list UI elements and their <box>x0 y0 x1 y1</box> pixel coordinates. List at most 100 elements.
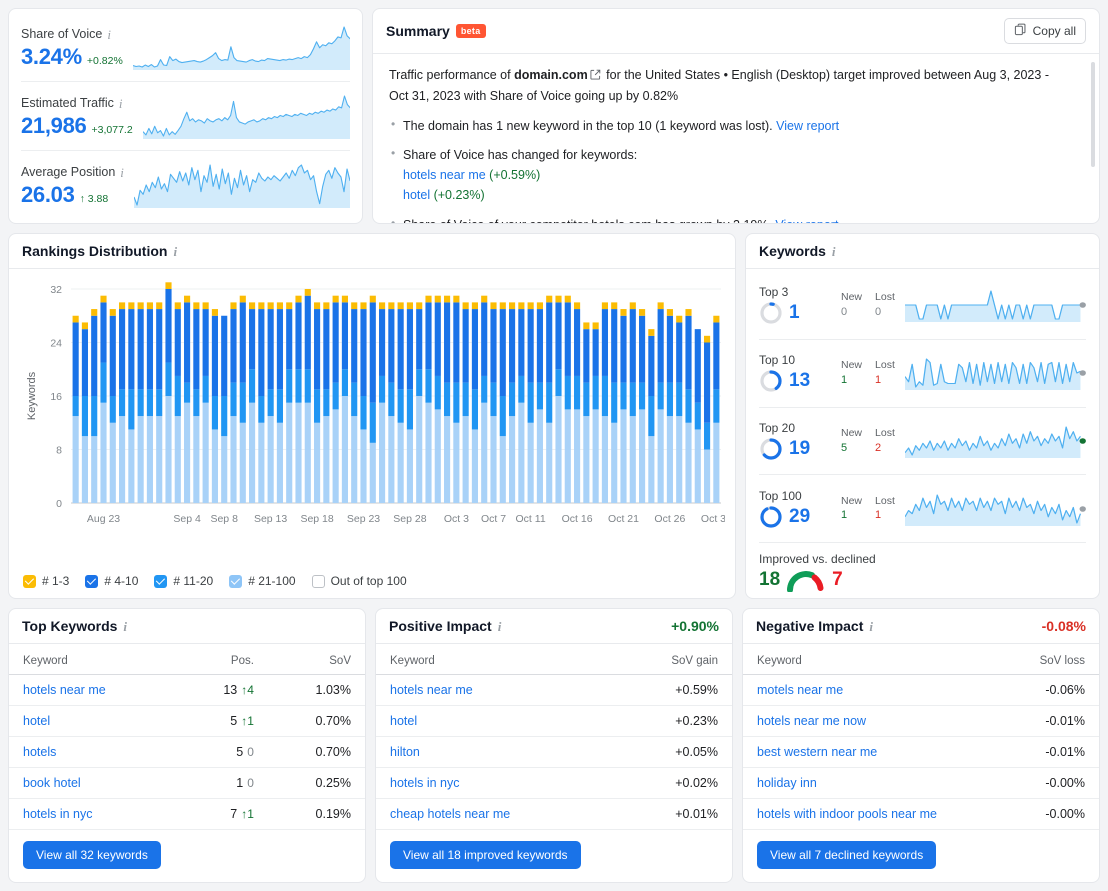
row-value: +0.59% <box>612 674 732 706</box>
info-icon[interactable]: i <box>120 166 124 179</box>
keyword-link[interactable]: hotels near me <box>403 168 486 182</box>
column-header-0: Keyword <box>376 644 613 675</box>
new-value: 0 <box>841 306 848 319</box>
top-row: Share of Voice i 3.24% +0.82% Estimated Traf… <box>8 8 1100 224</box>
column-header-1: SoV gain <box>612 644 732 675</box>
bullet-subline: hotel (+0.23%) <box>403 185 1069 205</box>
tier-info: Top 31 <box>759 285 831 325</box>
negative-impact-title: Negative Impact <box>756 618 864 634</box>
view-improved-keywords-button[interactable]: View all 18 improved keywords <box>390 841 581 869</box>
positive-impact-total: +0.90% <box>671 618 719 634</box>
view-report-link[interactable]: View report <box>776 119 839 133</box>
keyword-delta: (+0.23%) <box>430 188 485 203</box>
keyword-link[interactable]: hotels near me <box>23 683 106 697</box>
legend-checkbox[interactable] <box>311 574 325 588</box>
keyword-link[interactable]: hotels in nyc <box>390 776 459 790</box>
svg-text:8: 8 <box>56 445 62 457</box>
keyword-tier-row-1: Top 10 13 New 1 Lost 1 <box>759 340 1086 408</box>
row-value: +0.02% <box>612 767 732 799</box>
row-value: +0.05% <box>612 736 732 768</box>
metric-delta: +0.82% <box>86 55 123 67</box>
tier-new-lost: New 1 Lost 1 <box>841 359 895 387</box>
view-report-link[interactable]: View report <box>775 218 838 224</box>
bullet-subline: hotels near me (+0.59%) <box>403 165 1069 185</box>
keyword-link[interactable]: hotels near me <box>390 683 473 697</box>
legend-checkbox[interactable] <box>154 574 168 588</box>
tier-ring-icon <box>760 506 782 528</box>
keyword-link[interactable]: hotel <box>23 714 50 728</box>
copy-all-button[interactable]: Copy all <box>1003 18 1086 44</box>
copy-all-label: Copy all <box>1032 24 1076 38</box>
legend-item-4[interactable]: Out of top 100 <box>311 574 407 588</box>
lost-value: 1 <box>875 509 882 522</box>
row-sov: 0.70% <box>267 736 365 768</box>
keyword-link[interactable]: holiday inn <box>757 776 817 790</box>
info-icon[interactable]: i <box>869 620 873 633</box>
legend-item-3[interactable]: # 21-100 <box>229 574 296 588</box>
tier-label: Top 10 <box>759 353 796 368</box>
info-icon[interactable]: i <box>107 28 111 41</box>
tier-label: Top 100 <box>759 488 802 503</box>
table-row: hotels in nyc +0.02% <box>376 767 732 799</box>
row-keyword: hotels in nyc <box>9 798 179 830</box>
intro-prefix: Traffic performance of <box>389 68 515 82</box>
summary-bullet: The domain has 1 new keyword in the top … <box>389 114 1083 136</box>
summary-body: Traffic performance of domain.com for th… <box>373 54 1099 223</box>
tier-ring-icon <box>760 370 782 392</box>
info-icon[interactable]: i <box>119 97 123 110</box>
table-row: hotels near me 13 ↑4 1.03% <box>9 674 365 706</box>
info-icon[interactable]: i <box>498 620 502 633</box>
legend-checkbox[interactable] <box>229 574 243 588</box>
keyword-link[interactable]: book hotel <box>23 776 81 790</box>
table-row: book hotel 1 0 0.25% <box>9 767 365 799</box>
view-all-keywords-button[interactable]: View all 32 keywords <box>23 841 161 869</box>
legend-item-0[interactable]: # 1-3 <box>23 574 69 588</box>
row-keyword: best western near me <box>743 736 1007 768</box>
improved-vs-declined: Improved vs. declined 18 7 <box>759 543 1086 592</box>
legend-checkbox[interactable] <box>85 574 99 588</box>
info-icon[interactable]: i <box>832 245 836 258</box>
metric-label: Estimated Traffic i <box>21 95 123 111</box>
keyword-link[interactable]: motels near me <box>757 683 843 697</box>
svg-text:Oct 21: Oct 21 <box>608 513 639 525</box>
info-icon[interactable]: i <box>173 245 177 258</box>
lost-label: Lost <box>875 426 895 439</box>
keyword-link[interactable]: hotels in nyc <box>23 807 92 821</box>
tier-sparkline <box>904 358 1086 391</box>
legend-label: # 21-100 <box>248 574 296 588</box>
position-value: 5 <box>230 714 238 728</box>
tier-ring-icon <box>760 438 782 460</box>
summary-title-group: Summary beta <box>386 23 486 39</box>
keyword-link[interactable]: hilton <box>390 745 420 759</box>
position-value: 5 <box>236 745 244 759</box>
summary-card: Summary beta Copy all Traffic performanc… <box>372 8 1100 224</box>
beta-badge: beta <box>455 24 486 38</box>
row-keyword: hotels near me <box>9 674 179 706</box>
rankings-legend: # 1-3 # 4-10 # 11-20 # 21-100 Out of top 100 <box>9 574 735 598</box>
legend-checkbox[interactable] <box>23 574 36 588</box>
top-keywords-title-group: Top Keywords i <box>22 618 127 634</box>
keyword-link[interactable]: hotels <box>23 745 56 759</box>
keyword-link[interactable]: hotels with indoor pools near me <box>757 807 937 821</box>
column-header-2: SoV <box>267 644 365 675</box>
keyword-link[interactable]: best western near me <box>757 745 877 759</box>
keyword-link[interactable]: hotel <box>403 188 430 202</box>
position-change: ↑1 <box>241 807 254 821</box>
column-header-0: Keyword <box>9 644 179 675</box>
row-keyword: holiday inn <box>743 767 1007 799</box>
keyword-link[interactable]: cheap hotels near me <box>390 807 510 821</box>
svg-text:Oct 31: Oct 31 <box>701 513 725 525</box>
info-icon[interactable]: i <box>123 620 127 633</box>
top-keywords-header: Top Keywords i <box>9 609 365 644</box>
legend-item-1[interactable]: # 4-10 <box>85 574 138 588</box>
summary-scrollbar[interactable] <box>1091 62 1095 167</box>
keyword-link[interactable]: hotel <box>390 714 417 728</box>
table-row: cheap hotels near me +0.01% <box>376 798 732 830</box>
legend-item-2[interactable]: # 11-20 <box>154 574 213 588</box>
external-link-icon[interactable] <box>590 66 601 86</box>
row-position: 5 ↑1 <box>178 705 268 737</box>
position-value: 7 <box>230 807 238 821</box>
summary-bullet: Share of Voice has changed for keywords:… <box>389 144 1083 206</box>
keyword-link[interactable]: hotels near me now <box>757 714 866 728</box>
view-declined-keywords-button[interactable]: View all 7 declined keywords <box>757 841 937 869</box>
